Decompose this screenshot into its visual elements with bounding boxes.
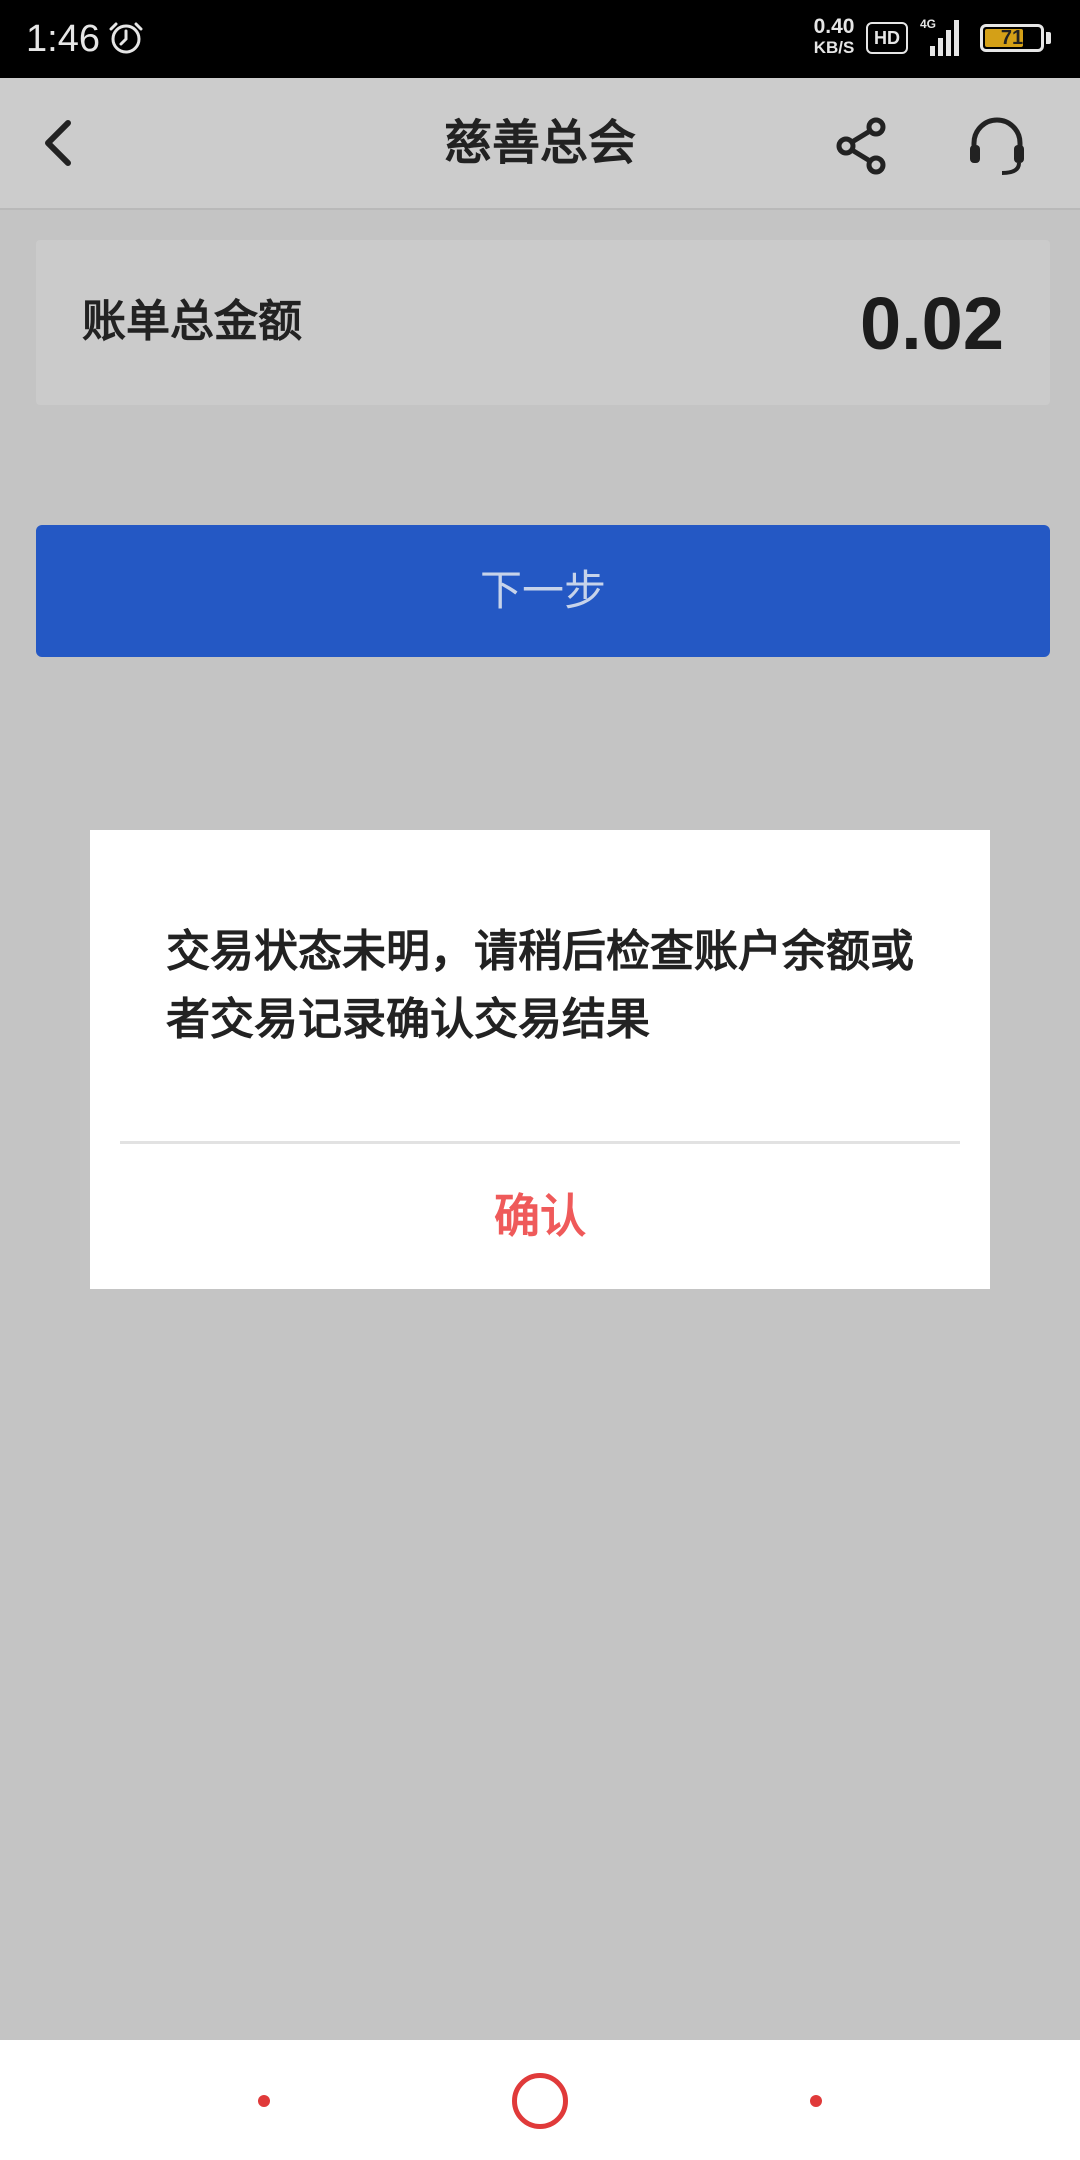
nav-home-button[interactable] [512,2073,568,2129]
alarm-clock-icon [109,22,143,54]
page-title: 慈善总会 [443,115,636,171]
network-speed: 0.40 KB/S [804,15,864,58]
status-bar: 1:46 0.40 KB/S HD 4G 71 [0,0,1080,78]
system-nav-bar [0,2040,1080,2160]
bill-total-value: 0.02 [859,282,1004,365]
network-speed-value: 0.40 [813,15,855,38]
nav-back-button[interactable] [810,2095,822,2107]
headset-icon[interactable] [964,113,1030,179]
dialog-message: 交易状态未明，请稍后检查账户余额或者交易记录确认交易结果 [166,926,914,1045]
app-header: 慈善总会 [0,78,1080,210]
bill-total-label: 账单总金额 [82,296,302,347]
battery-tip [1046,32,1051,44]
share-icon[interactable] [830,113,896,179]
network-type-label: 4G [920,17,936,31]
bill-amount-card: 账单总金额 0.02 [36,240,1050,405]
battery-icon: 71 [980,24,1044,52]
battery-level: 71 [1000,27,1024,49]
hd-badge: HD [866,22,908,54]
transaction-status-dialog: 交易状态未明，请稍后检查账户余额或者交易记录确认交易结果 确认 [90,830,990,1289]
network-speed-unit: KB/S [813,38,855,57]
confirm-button[interactable]: 确认 [90,1144,990,1289]
signal-icon: 4G [920,17,959,56]
nav-menu-button[interactable] [258,2095,270,2107]
next-step-button[interactable]: 下一步 [36,525,1050,657]
status-time: 1:46 [26,18,100,60]
